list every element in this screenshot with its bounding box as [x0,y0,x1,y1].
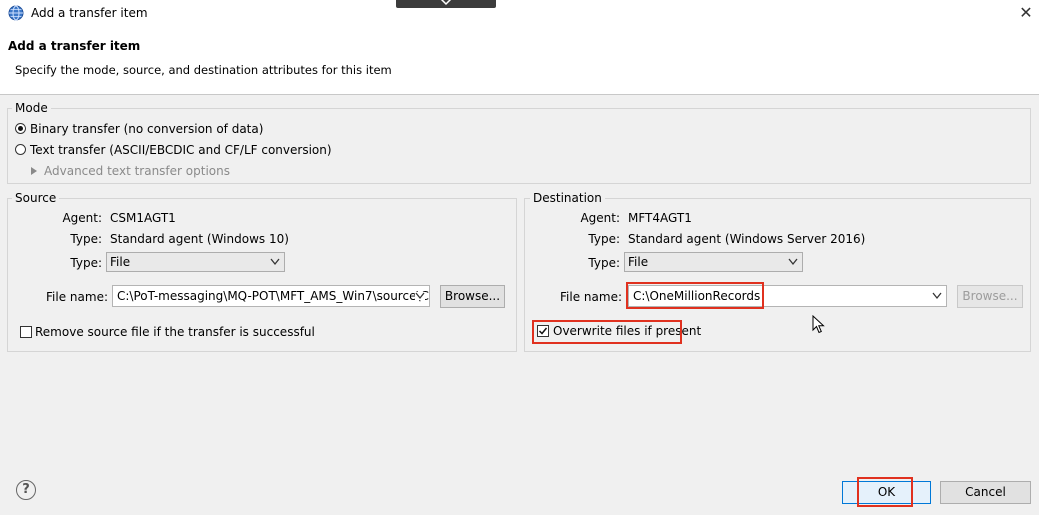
cancel-button[interactable]: Cancel [940,481,1031,504]
window-title: Add a transfer item [31,6,148,20]
destination-legend: Destination [530,191,605,205]
help-symbol: ? [22,482,30,497]
expand-triangle-icon [31,167,37,175]
chevron-down-icon [932,292,942,300]
source-file-name-label: File name: [46,290,108,304]
source-type-select-value: File [110,255,131,269]
destination-type-select[interactable]: File [624,252,803,272]
dialog-banner [0,27,1039,95]
dialog-title: Add a transfer item [8,39,141,53]
binary-transfer-option[interactable]: Binary transfer (no conversion of data) [15,122,263,138]
text-transfer-option[interactable]: Text transfer (ASCII/EBCDIC and CF/LF co… [15,143,332,159]
close-icon[interactable]: ✕ [1016,2,1036,24]
ok-highlight [857,477,913,507]
mouse-cursor-icon [812,315,825,334]
chevron-down-icon [440,0,452,6]
help-icon[interactable]: ? [16,480,36,500]
chevron-down-icon [270,258,280,266]
remove-source-checkbox[interactable] [20,326,32,338]
title-bar [0,0,1039,27]
mode-legend: Mode [12,101,51,115]
chevron-down-icon [415,292,425,300]
dialog-description: Specify the mode, source, and destinatio… [15,63,392,77]
source-file-name-combo[interactable]: C:\PoT-messaging\MQ-POT\MFT_AMS_Win7\sou… [112,285,430,307]
source-type-value: Standard agent (Windows 10) [110,232,289,246]
globe-icon [8,5,24,21]
source-agent-label: Agent: [62,211,102,225]
advanced-text-options-expander[interactable]: Advanced text transfer options [30,164,230,180]
source-legend: Source [12,191,60,205]
chevron-down-icon [788,258,798,266]
file-name-highlight [626,282,764,309]
destination-type-select-value: File [628,255,649,269]
source-agent-value: CSM1AGT1 [110,211,176,225]
binary-transfer-label: Binary transfer (no conversion of data) [30,122,264,136]
destination-type-label: Type: [588,232,620,246]
source-type-label: Type: [70,232,102,246]
remove-source-label: Remove source file if the transfer is su… [35,325,315,339]
destination-type-value: Standard agent (Windows Server 2016) [628,232,866,246]
destination-browse-button[interactable]: Browse... [957,285,1023,308]
text-transfer-radio[interactable] [15,144,26,155]
advanced-text-options-label: Advanced text transfer options [44,164,230,178]
text-transfer-label: Text transfer (ASCII/EBCDIC and CF/LF co… [30,143,332,157]
destination-agent-label: Agent: [580,211,620,225]
source-file-name-value: C:\PoT-messaging\MQ-POT\MFT_AMS_Win7\sou… [117,289,429,303]
source-browse-button[interactable]: Browse... [440,285,505,308]
source-type-select-label: Type: [70,256,102,270]
destination-type-select-label: Type: [588,256,620,270]
overlay-toolbar-tab[interactable] [396,0,496,8]
destination-agent-value: MFT4AGT1 [628,211,692,225]
destination-file-name-label: File name: [560,290,622,304]
binary-transfer-radio[interactable] [15,123,26,134]
remove-source-option[interactable]: Remove source file if the transfer is su… [20,325,315,341]
overwrite-highlight [532,320,682,344]
source-type-select[interactable]: File [106,252,285,272]
